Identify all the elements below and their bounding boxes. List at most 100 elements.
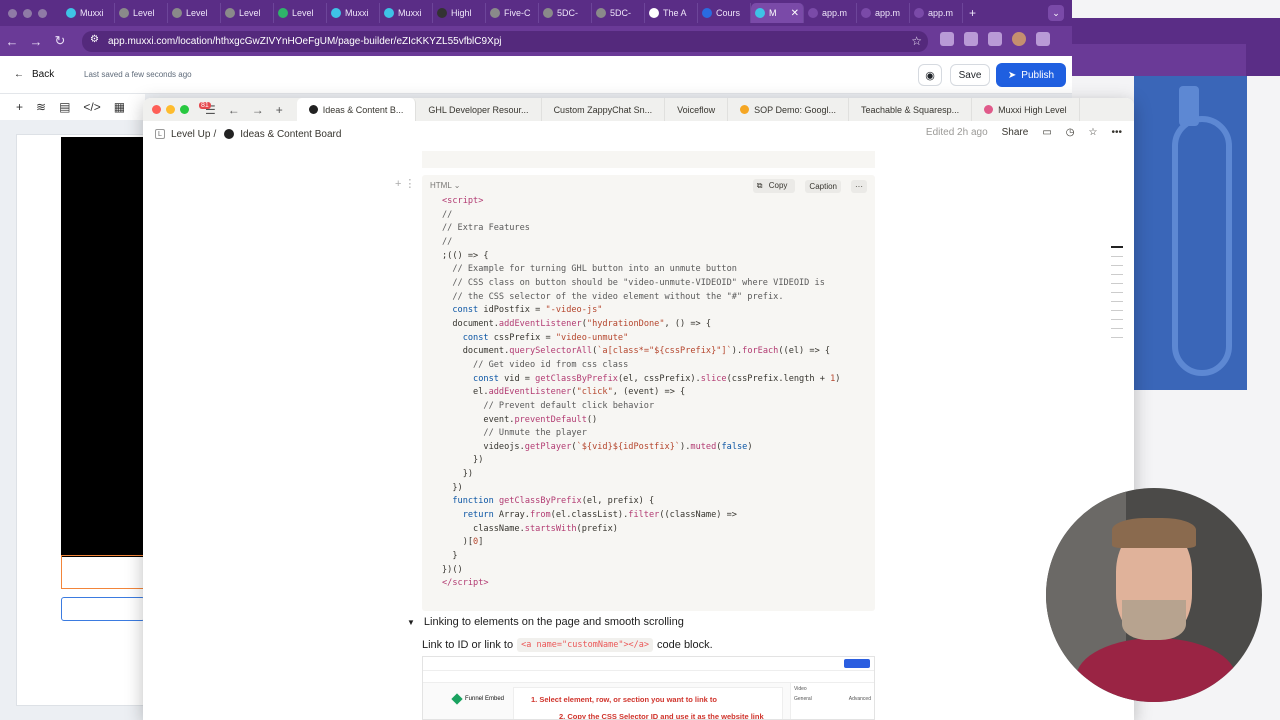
extension-icon[interactable] — [964, 32, 978, 46]
bookmark-star-icon[interactable]: ☆ — [911, 34, 922, 48]
webcam-overlay — [1046, 488, 1262, 702]
browser-tab[interactable]: 5DC- — [539, 3, 592, 23]
add-element-icon[interactable]: + — [16, 100, 23, 114]
code-content[interactable]: <script> // // Extra Features // ;(() =>… — [442, 195, 840, 591]
browser-tab[interactable]: Level — [274, 3, 327, 23]
builder-canvas[interactable] — [16, 134, 145, 706]
favicon-icon — [808, 8, 818, 18]
history-icon[interactable]: ◷ — [1066, 127, 1075, 138]
profile-avatar[interactable] — [1012, 32, 1026, 46]
menu-kebab-icon[interactable] — [1036, 32, 1050, 46]
more-options-icon[interactable]: ••• — [1111, 127, 1122, 138]
favorite-star-icon[interactable]: ☆ — [1089, 127, 1098, 138]
comments-icon[interactable]: ▭ — [1042, 127, 1051, 138]
address-bar[interactable]: ⚙ app.muxxi.com/location/hthxgcGwZIVYnHO… — [82, 31, 928, 52]
selected-row-outline[interactable] — [61, 555, 145, 589]
more-options-icon[interactable]: ··· — [851, 179, 867, 193]
browser-tab[interactable]: Five-C — [486, 3, 539, 23]
toggle-block[interactable]: ▼ Linking to elements on the page and sm… — [407, 616, 684, 628]
back-arrow-icon[interactable]: ← — [0, 34, 24, 49]
favicon-icon — [66, 8, 76, 18]
caption-button[interactable]: Caption — [805, 179, 841, 193]
video-element[interactable] — [61, 137, 145, 557]
browser-tab[interactable]: Level — [168, 3, 221, 23]
background-illustration — [1134, 76, 1247, 390]
copy-button[interactable]: ⧉ Copy — [752, 179, 796, 193]
browser-tab[interactable]: Level — [115, 3, 168, 23]
extension-icons — [940, 32, 1050, 46]
share-button[interactable]: Share — [1002, 127, 1029, 138]
back-arrow-icon: ← — [14, 69, 24, 80]
reload-icon[interactable]: ↻ — [48, 33, 72, 49]
favicon-icon — [172, 8, 182, 18]
forward-arrow-icon[interactable]: → — [24, 34, 48, 49]
new-tab-icon[interactable]: + — [276, 103, 283, 117]
embed-step-2: 2. Copy the CSS Selector ID and use it a… — [559, 712, 764, 720]
browser-tab[interactable]: app.m — [910, 3, 963, 23]
inline-code: <a name="customName"></a> — [517, 638, 654, 652]
browser-tab[interactable]: M ✕ — [751, 3, 804, 23]
notion-tab[interactable]: Teachable & Squaresp... — [849, 98, 973, 121]
layers-icon[interactable]: ≋ — [36, 100, 46, 114]
notion-tab-bar: 81 ☰ ← → + Ideas & Content B... GHL Devel… — [143, 98, 1134, 121]
browser-tab[interactable]: Muxxi — [380, 3, 433, 23]
styles-icon[interactable]: ▦ — [114, 100, 125, 114]
back-button[interactable]: ← Back — [14, 69, 54, 80]
browser-tab[interactable]: Highl — [433, 3, 486, 23]
publish-button[interactable]: ➤ Publish — [996, 63, 1066, 87]
site-info-icon[interactable]: ⚙ — [90, 34, 99, 45]
favicon-icon — [702, 8, 712, 18]
embedded-screenshot[interactable]: Funnel Embed 1. Select element, row, or … — [422, 656, 875, 720]
notion-tab[interactable]: SOP Demo: Googl... — [728, 98, 850, 121]
browser-tab[interactable]: Cours — [698, 3, 751, 23]
tab-search-icon[interactable]: ⌄ — [1048, 5, 1064, 21]
builder-toolbar: + ≋ ▤ </> ▦ — [0, 94, 145, 120]
embed-publish-button — [844, 659, 870, 668]
page-builder-header: ← Back Last saved a few seconds ago ◉ Sa… — [0, 56, 1072, 94]
favicon-icon — [331, 8, 341, 18]
browser-tab[interactable]: Muxxi — [327, 3, 380, 23]
embed-brand: Funnel Embed — [451, 693, 504, 705]
browser-tab[interactable]: app.m — [857, 3, 910, 23]
pages-icon[interactable]: ▤ — [59, 100, 70, 114]
breadcrumb-page[interactable]: Ideas & Content Board — [240, 129, 341, 140]
favicon-icon — [543, 8, 553, 18]
back-arrow-icon[interactable]: ← — [228, 103, 240, 117]
toggle-triangle-icon[interactable]: ▼ — [407, 618, 415, 627]
new-tab-button[interactable]: + — [969, 6, 976, 20]
notion-tab[interactable]: Voiceflow — [665, 98, 729, 121]
window-controls[interactable] — [143, 105, 205, 114]
forward-arrow-icon[interactable]: → — [252, 103, 264, 117]
notion-tab[interactable]: Muxxi High Level — [972, 98, 1080, 121]
embed-side-panel: Video General Advanced — [790, 683, 874, 719]
favicon-icon — [384, 8, 394, 18]
window-controls[interactable] — [8, 9, 47, 18]
extensions-puzzle-icon[interactable] — [988, 32, 1002, 46]
browser-tab[interactable]: The A — [645, 3, 698, 23]
notion-tab[interactable]: GHL Developer Resour... — [416, 98, 542, 121]
page-icon — [308, 105, 318, 114]
extension-icon[interactable] — [940, 32, 954, 46]
table-of-contents-indicator[interactable] — [1111, 246, 1123, 346]
notion-tab[interactable]: Custom ZappyChat Sn... — [542, 98, 666, 121]
toggle-heading: Linking to elements on the page and smoo… — [423, 616, 684, 628]
empty-block[interactable] — [422, 151, 875, 168]
favicon-icon — [278, 8, 288, 18]
notion-tab[interactable]: Ideas & Content B... — [296, 98, 417, 121]
browser-tab[interactable]: Level — [221, 3, 274, 23]
paragraph-block[interactable]: Link to ID or link to <a name="customNam… — [422, 638, 713, 652]
browser-tab[interactable]: app.m — [804, 3, 857, 23]
code-language-select[interactable]: HTML ⌄ — [430, 181, 460, 190]
favicon-icon — [755, 8, 765, 18]
button-element[interactable] — [61, 597, 145, 621]
browser-tab[interactable]: 5DC- — [592, 3, 645, 23]
preview-eye-icon[interactable]: ◉ — [918, 64, 942, 86]
close-tab-icon[interactable]: ✕ — [791, 8, 799, 19]
favicon-icon — [596, 8, 606, 18]
code-icon[interactable]: </> — [83, 100, 100, 114]
save-button[interactable]: Save — [950, 64, 990, 86]
notification-badge: 81 — [199, 102, 211, 109]
breadcrumb-root[interactable]: Level Up — [171, 129, 210, 140]
browser-tab[interactable]: Muxxi — [62, 3, 115, 23]
code-block[interactable]: HTML ⌄ ⧉ Copy Caption ··· <script> // //… — [422, 175, 875, 611]
